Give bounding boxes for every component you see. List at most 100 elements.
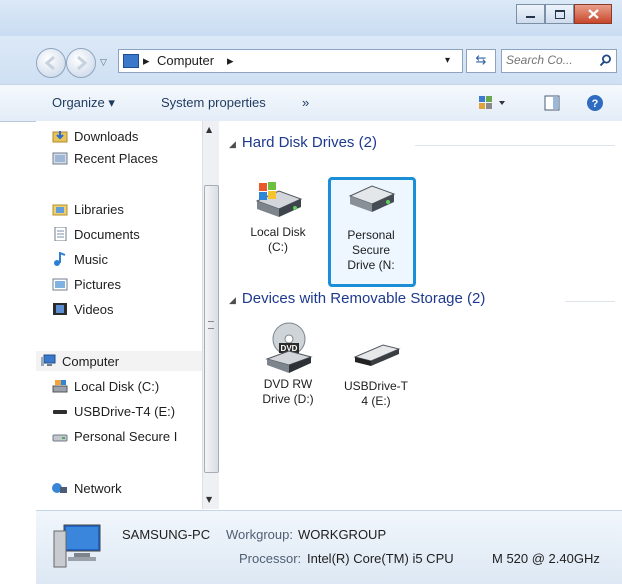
sidebar-item-personal-secure-drive[interactable]: Personal Secure I <box>52 426 202 446</box>
drive-label-line1: USBDrive-T <box>343 379 408 393</box>
sidebar-item-music[interactable]: Music <box>52 249 108 269</box>
documents-icon <box>54 227 67 241</box>
collapse-arrow-icon: ◢ <box>229 295 236 305</box>
group-header-removable-storage[interactable]: ◢ Devices with Removable Storage (2) <box>229 290 485 307</box>
drive-label-line2: Secure <box>351 243 391 257</box>
scroll-down-arrow-icon[interactable]: ▼ <box>206 495 212 504</box>
scrollbar-thumb[interactable] <box>204 185 219 473</box>
usb-drive-icon <box>349 331 403 377</box>
drive-label-line1: Personal <box>347 228 395 242</box>
computer-icon <box>123 54 139 68</box>
breadcrumb-separator[interactable]: ▸ <box>227 53 234 69</box>
sidebar-item-documents[interactable]: Documents <box>52 224 140 244</box>
organize-button[interactable]: Organize ▾ <box>52 95 115 111</box>
drive-label-line2: 4 (E:) <box>361 394 391 408</box>
sidebar-item-label: Videos <box>74 301 114 317</box>
sidebar-item-label: Recent Places <box>74 150 158 166</box>
forward-button[interactable] <box>66 48 96 78</box>
window-controls <box>516 4 612 24</box>
sidebar-item-local-disk-c[interactable]: Local Disk (C:) <box>52 376 159 396</box>
secure-disk-icon <box>344 180 398 226</box>
workgroup-value: WORKGROUP <box>298 527 387 542</box>
recent-pages-dropdown[interactable]: ▽ <box>100 58 107 68</box>
sidebar-item-label: Music <box>74 251 108 267</box>
grip-icon <box>208 321 214 329</box>
sidebar-item-label: Downloads <box>74 128 139 144</box>
view-options-icon <box>479 96 505 109</box>
sidebar-item-recent-places[interactable]: Recent Places <box>52 148 158 168</box>
close-button[interactable] <box>574 4 612 24</box>
sidebar-item-label: Documents <box>74 226 140 242</box>
search-icon[interactable] <box>599 54 612 67</box>
network-icon <box>52 483 67 493</box>
usb-drive-icon <box>53 410 67 414</box>
sidebar-item-videos[interactable]: Videos <box>52 299 114 319</box>
processor-speed: M 520 @ 2.40GHz <box>492 551 600 566</box>
minimize-button[interactable] <box>516 4 545 24</box>
group-divider <box>565 301 615 302</box>
back-button[interactable] <box>36 48 66 78</box>
preview-pane-button[interactable] <box>544 95 560 114</box>
processor-label: Processor: <box>239 551 302 566</box>
libraries-icon <box>52 204 68 216</box>
back-arrow-icon <box>44 55 55 71</box>
sidebar-item-network[interactable]: Network <box>52 478 122 498</box>
sidebar-item-computer[interactable]: Computer <box>36 351 206 371</box>
system-properties-button[interactable]: System properties <box>161 95 266 110</box>
secure-drive-icon <box>52 434 68 442</box>
sidebar-item-label: Pictures <box>74 276 121 292</box>
refresh-button[interactable]: ⇆ <box>466 49 496 73</box>
group-title: Hard Disk Drives (2) <box>241 134 377 151</box>
drive-label-line3: Drive (N: <box>347 258 395 272</box>
maximize-button[interactable] <box>545 4 574 24</box>
help-icon: ? <box>587 95 603 111</box>
collapse-arrow-icon: ◢ <box>229 139 236 149</box>
music-icon <box>54 252 66 266</box>
pictures-icon <box>52 278 68 291</box>
scroll-up-arrow-icon[interactable]: ▲ <box>206 125 212 134</box>
help-button[interactable]: ? <box>586 94 604 115</box>
drive-label-line2: (C:) <box>268 240 288 254</box>
drive-usbdrive-e[interactable]: USBDrive-T 4 (E:) <box>336 331 416 409</box>
processor-value: Intel(R) Core(TM) i5 CPU <box>307 551 454 566</box>
dvd-drive-icon: DVD <box>261 321 315 373</box>
details-pane: SAMSUNG-PC Workgroup: WORKGROUP Processo… <box>36 510 622 584</box>
computer-large-icon <box>52 521 104 576</box>
workgroup-label: Workgroup: <box>226 527 293 542</box>
forward-arrow-icon <box>77 55 88 71</box>
address-dropdown[interactable]: ▾ <box>445 55 450 66</box>
drive-dvd-rw-d[interactable]: DVD DVD RW Drive (D:) <box>248 321 328 407</box>
videos-icon <box>53 303 67 315</box>
drive-personal-secure-drive[interactable]: Personal Secure Drive (N: <box>331 180 411 273</box>
drive-label-line1: DVD RW <box>263 377 313 391</box>
drive-local-disk-c[interactable]: Local Disk (C:) <box>238 177 318 255</box>
minimize-icon <box>526 16 535 18</box>
windows-disk-icon <box>251 177 305 223</box>
computer-icon <box>41 354 56 366</box>
refresh-icon: ⇆ <box>475 53 487 68</box>
navigation-pane: Downloads Recent Places Libraries Docume… <box>36 121 218 509</box>
more-commands-button[interactable]: » <box>302 95 309 110</box>
close-icon <box>587 9 599 19</box>
sidebar-item-usbdrive-e[interactable]: USBDrive-T4 (E:) <box>52 401 175 421</box>
address-bar[interactable]: ▸ Computer ▸ ▾ <box>118 49 463 73</box>
local-disk-icon <box>52 380 68 393</box>
sidebar-item-label: USBDrive-T4 (E:) <box>74 403 176 419</box>
explorer-window: ▽ ▸ Computer ▸ ▾ ⇆ Organize ▾ System pro… <box>0 0 622 584</box>
address-row: ▽ ▸ Computer ▸ ▾ ⇆ <box>0 36 622 84</box>
change-view-button[interactable] <box>478 95 508 114</box>
downloads-folder-icon <box>52 131 68 143</box>
sidebar-item-label: Local Disk (C:) <box>74 378 160 394</box>
group-header-hard-disk-drives[interactable]: ◢ Hard Disk Drives (2) <box>229 134 377 151</box>
search-input[interactable] <box>506 52 590 68</box>
sidebar-item-libraries[interactable]: Libraries <box>52 199 124 219</box>
preview-pane-icon <box>544 95 560 111</box>
breadcrumb-computer[interactable]: Computer <box>157 53 214 68</box>
sidebar-scrollbar[interactable]: ▲ ▼ <box>202 121 219 509</box>
pc-name: SAMSUNG-PC <box>122 527 211 542</box>
sidebar-item-pictures[interactable]: Pictures <box>52 274 121 294</box>
breadcrumb-separator[interactable]: ▸ <box>143 53 150 69</box>
drive-label-line1: Local Disk <box>250 225 306 239</box>
sidebar-item-downloads[interactable]: Downloads <box>52 126 138 146</box>
sidebar-item-label: Computer <box>62 353 120 369</box>
